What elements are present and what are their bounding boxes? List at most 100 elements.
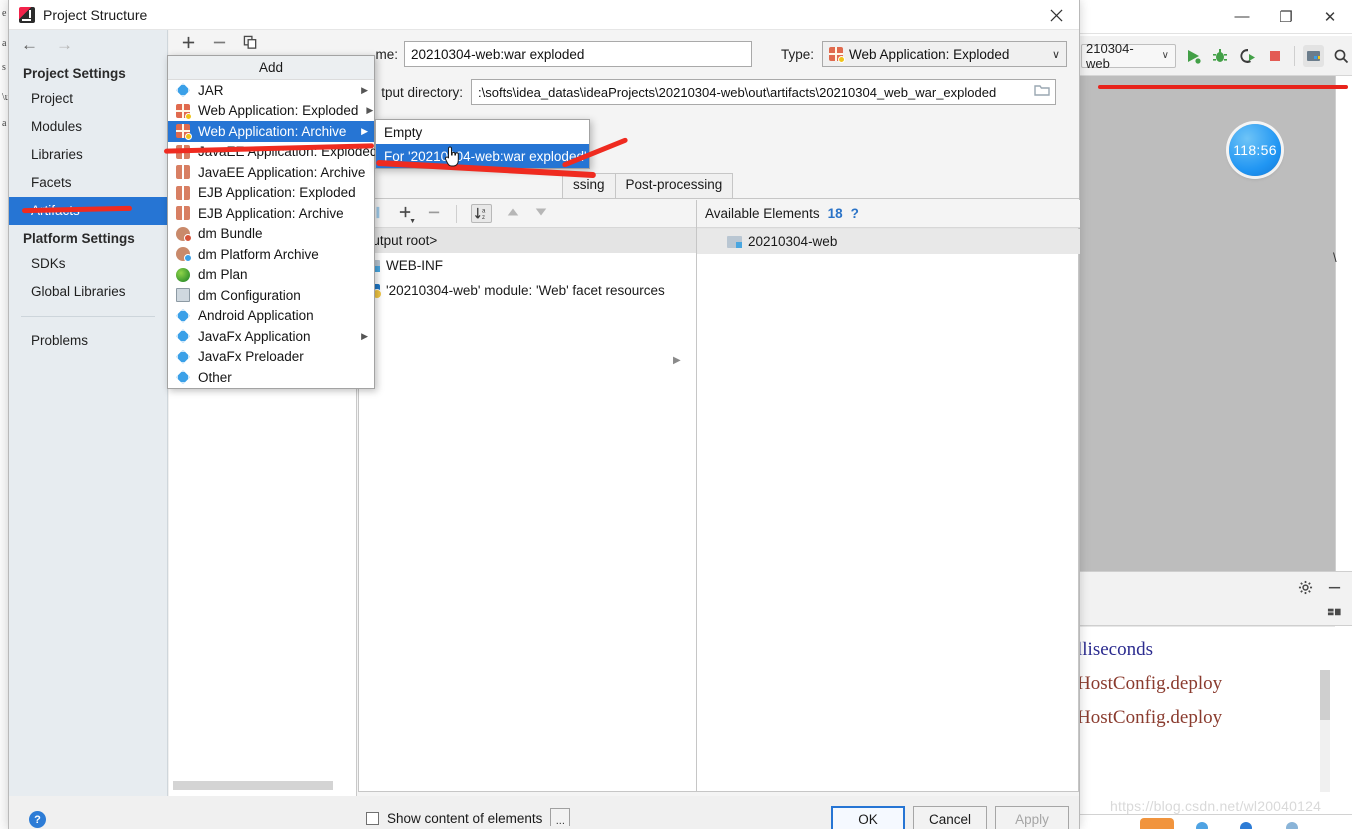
stop-icon[interactable] <box>1264 45 1286 67</box>
chevron-right-icon: ▶ <box>361 125 368 136</box>
output-directory-input[interactable]: :\softs\idea_datas\ideaProjects\20210304… <box>471 79 1056 105</box>
console-line: HostConfig.deploy <box>1077 673 1223 694</box>
menu-item-dm-plan[interactable]: dm Plan <box>168 265 374 286</box>
ide-maximize-button[interactable]: ❐ <box>1264 1 1308 33</box>
output-directory-row: tput directory: :\softs\idea_datas\ideaP… <box>358 78 1079 106</box>
plus-icon[interactable] <box>181 35 196 54</box>
tree-row-web-inf[interactable]: WEB-INF <box>359 253 1078 278</box>
move-down-icon[interactable] <box>534 205 548 222</box>
menu-item-label: JavaFx Application <box>198 328 311 344</box>
help-button[interactable]: ? <box>29 811 46 828</box>
menu-item-dm-bundle[interactable]: dm Bundle <box>168 224 374 245</box>
menu-item-ejb-application-archive[interactable]: EJB Application: Archive <box>168 203 374 224</box>
console-scrollbar-thumb[interactable] <box>1320 670 1330 720</box>
taskbar-app-icon[interactable] <box>1140 818 1174 829</box>
menu-item-javaee-application-exploded[interactable]: JavaEE Application: Exploded <box>168 142 377 163</box>
pane-expand-arrow-icon[interactable]: ▶ <box>673 355 681 366</box>
artifact-tabs: ssing Post-processing <box>358 173 1079 199</box>
ide-close-button[interactable]: ✕ <box>1308 1 1352 33</box>
menu-item-web-application-archive[interactable]: Web Application: Archive ▶ <box>168 121 374 142</box>
menu-item-web-application-exploded[interactable]: Web Application: Exploded ▶ <box>168 101 374 122</box>
run-configuration-selector[interactable]: 210304-web ∨ <box>1081 40 1176 71</box>
dm-platform-archive-icon <box>176 247 192 263</box>
run-configuration-label: 210304-web <box>1086 40 1134 71</box>
web-application-archive-submenu: Empty For '20210304-web:war exploded' <box>375 119 590 169</box>
ide-minimize-button[interactable]: — <box>1220 1 1264 33</box>
menu-item-dm-platform-archive[interactable]: dm Platform Archive <box>168 244 374 265</box>
menu-item-dm-configuration[interactable]: dm Configuration <box>168 285 374 306</box>
folder-browse-icon[interactable] <box>1034 84 1050 100</box>
menu-item-javafx-preloader[interactable]: JavaFx Preloader <box>168 347 374 368</box>
run-with-coverage-icon[interactable] <box>1237 45 1259 67</box>
menu-item-android-application[interactable]: Android Application <box>168 306 374 327</box>
ide-window-titlebar: — ❐ ✕ <box>1077 0 1352 34</box>
gear-icon[interactable] <box>1298 580 1313 598</box>
layout-icon[interactable] <box>1327 604 1342 622</box>
sort-alphabetically-icon[interactable]: az <box>471 204 492 223</box>
ok-button[interactable]: OK <box>831 806 905 829</box>
back-arrow-icon[interactable]: ← <box>21 35 38 55</box>
debug-icon[interactable] <box>1209 45 1231 67</box>
sidebar-item-sdks[interactable]: SDKs <box>9 250 167 278</box>
minimize-icon[interactable] <box>1327 580 1342 598</box>
artifact-type-select[interactable]: Web Application: Exploded ∨ <box>822 41 1068 67</box>
tab-post-processing[interactable]: Post-processing <box>614 173 734 198</box>
sidebar-item-project[interactable]: Project <box>9 85 167 113</box>
javaee-exploded-icon <box>176 144 190 159</box>
menu-item-label: dm Plan <box>198 267 248 283</box>
remove-element-icon[interactable] <box>427 205 442 223</box>
intellij-idea-logo-icon <box>19 6 35 23</box>
type-label: Type: <box>781 46 815 62</box>
sidebar-item-libraries[interactable]: Libraries <box>9 141 167 169</box>
menu-item-label: Web Application: Archive <box>198 123 347 139</box>
forward-arrow-icon[interactable]: → <box>56 35 73 55</box>
pane-splitter[interactable] <box>696 200 697 792</box>
submenu-item-for-artifact[interactable]: For '20210304-web:war exploded' <box>376 144 589 168</box>
project-structure-icon[interactable] <box>1302 44 1325 67</box>
show-content-row: Show content of elements ... <box>358 796 571 828</box>
available-element-row[interactable]: 20210304-web <box>697 229 1080 254</box>
taskbar-dot-icon[interactable] <box>1240 822 1252 829</box>
show-content-checkbox[interactable] <box>366 811 379 825</box>
run-icon[interactable] <box>1182 45 1204 67</box>
menu-item-other[interactable]: Other <box>168 367 374 388</box>
tree-row-module-facet[interactable]: '20210304-web' module: 'Web' facet resou… <box>359 278 1078 303</box>
page-title: Project Structure <box>43 6 148 23</box>
tab-pre-processing[interactable]: ssing <box>562 173 616 198</box>
taskbar-dot-icon[interactable] <box>1286 822 1298 829</box>
toolbar-divider <box>456 204 457 223</box>
dm-bundle-icon <box>176 226 192 242</box>
menu-item-label: dm Configuration <box>198 287 301 303</box>
dialog-titlebar: Project Structure <box>9 0 1079 30</box>
sidebar-item-facets[interactable]: Facets <box>9 169 167 197</box>
sidebar-item-modules[interactable]: Modules <box>9 113 167 141</box>
search-icon[interactable] <box>1330 45 1352 67</box>
menu-item-label: EJB Application: Archive <box>198 205 344 221</box>
minus-icon[interactable] <box>212 35 227 54</box>
watermark-text: https://blog.csdn.net/wl20040124 <box>1110 798 1322 814</box>
menu-item-ejb-application-exploded[interactable]: EJB Application: Exploded <box>168 183 374 204</box>
menu-item-javafx-application[interactable]: JavaFx Application ▶ <box>168 326 374 347</box>
sidebar-item-artifacts[interactable]: Artifacts <box>9 197 167 225</box>
add-element-icon[interactable]: ▼ <box>398 205 416 225</box>
move-up-icon[interactable] <box>506 205 520 222</box>
available-elements-header: Available Elements 18 ? <box>697 200 1080 228</box>
artifacts-list-scrollbar[interactable] <box>173 781 333 790</box>
artifact-name-input[interactable]: 20210304-web:war exploded <box>404 41 752 67</box>
sidebar-item-problems[interactable]: Problems <box>9 327 167 355</box>
javaee-archive-icon <box>176 165 190 180</box>
submenu-item-empty[interactable]: Empty <box>376 120 589 144</box>
help-question-mark[interactable]: ? <box>851 206 859 221</box>
show-content-options-button[interactable]: ... <box>550 808 571 828</box>
chevron-down-icon: ∨ <box>1161 50 1169 61</box>
close-icon[interactable] <box>1033 0 1079 30</box>
menu-item-jar[interactable]: JAR ▶ <box>168 80 374 101</box>
sidebar-item-global-libraries[interactable]: Global Libraries <box>9 278 167 306</box>
apply-button[interactable]: Apply <box>995 806 1069 829</box>
menu-item-javaee-application-archive[interactable]: JavaEE Application: Archive <box>168 162 374 183</box>
taskbar-dot-icon[interactable] <box>1196 822 1208 829</box>
cancel-button[interactable]: Cancel <box>913 806 987 829</box>
copy-icon[interactable] <box>243 35 258 54</box>
help-question-icon[interactable]: 18 <box>828 206 843 221</box>
settings-sidebar: ← → Project Settings Project Modules Lib… <box>9 30 168 796</box>
